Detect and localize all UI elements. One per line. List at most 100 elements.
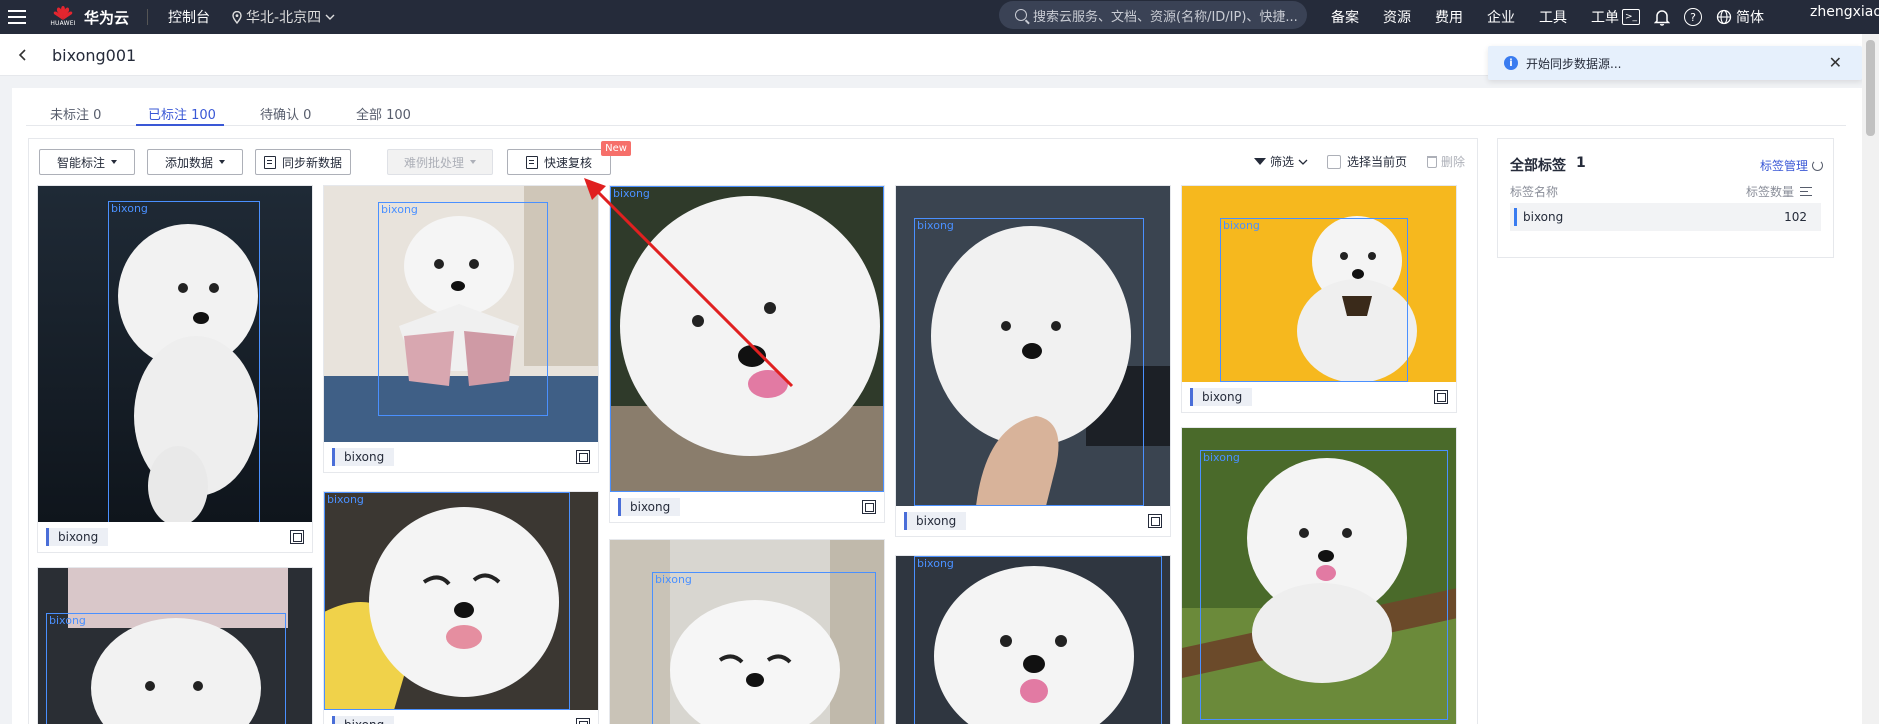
region-selector[interactable]: 华北-北京四 bbox=[232, 7, 335, 27]
scrollbar-thumb[interactable] bbox=[1866, 40, 1875, 136]
bounding-box[interactable]: bixong bbox=[652, 572, 876, 724]
globe-icon bbox=[1716, 9, 1732, 25]
column-header-count[interactable]: 标签数量 bbox=[1746, 183, 1813, 200]
sync-data-button[interactable]: 同步新数据 bbox=[255, 149, 351, 175]
bounding-box[interactable]: bixong bbox=[324, 492, 570, 710]
tab-unlabeled[interactable]: 未标注 0 bbox=[50, 104, 101, 123]
delete-text: 删除 bbox=[1441, 155, 1466, 169]
top-nav-icons: >_ ? 简体 bbox=[1622, 0, 1764, 34]
expand-icon[interactable] bbox=[1148, 514, 1162, 528]
label-tag: bixong bbox=[618, 498, 681, 516]
caret-down-icon bbox=[219, 160, 225, 164]
image-card[interactable]: bixong bixong bbox=[895, 185, 1171, 537]
image-thumbnail[interactable]: bixong bbox=[610, 540, 884, 724]
bbox-label: bixong bbox=[1203, 451, 1240, 464]
column-header-name: 标签名称 bbox=[1510, 185, 1559, 199]
console-link[interactable]: 控制台 bbox=[168, 7, 210, 27]
image-thumbnail[interactable]: bixong bbox=[1182, 428, 1456, 724]
nav-link-enterprise[interactable]: 企业 bbox=[1487, 7, 1515, 27]
back-arrow-icon[interactable] bbox=[18, 48, 28, 62]
image-thumbnail[interactable]: bixong bbox=[324, 186, 598, 442]
image-thumbnail[interactable]: bixong bbox=[38, 568, 312, 724]
tab-labeled[interactable]: 已标注 100 bbox=[148, 104, 216, 123]
image-card[interactable]: bixong bixong bbox=[323, 491, 599, 724]
label-manage-link[interactable]: 标签管理 bbox=[1760, 157, 1824, 174]
sort-icon[interactable] bbox=[1800, 187, 1813, 196]
refresh-icon[interactable] bbox=[1812, 160, 1824, 171]
image-card[interactable]: bixong bixong bbox=[323, 185, 599, 473]
bounding-box[interactable]: bixong bbox=[914, 218, 1144, 506]
image-card[interactable]: bixong bixong bbox=[609, 185, 885, 523]
sync-document-icon bbox=[263, 155, 276, 169]
quick-review-button[interactable]: 快速复核 bbox=[507, 149, 611, 175]
image-thumbnail[interactable]: bixong bbox=[38, 186, 312, 522]
image-card[interactable]: bixong bbox=[37, 567, 313, 724]
bell-icon[interactable] bbox=[1654, 8, 1670, 26]
image-thumbnail[interactable]: bixong bbox=[610, 186, 884, 492]
language-label: 简体 bbox=[1736, 10, 1764, 26]
user-account[interactable]: zhengxiaoji bbox=[1810, 0, 1879, 34]
image-card[interactable]: bixong bbox=[895, 555, 1171, 724]
image-thumbnail[interactable]: bixong bbox=[896, 186, 1170, 506]
nav-link-resources[interactable]: 资源 bbox=[1383, 7, 1411, 27]
card-footer: bixong bbox=[896, 506, 1170, 536]
bounding-box[interactable]: bixong bbox=[46, 613, 286, 724]
page-title: bixong001 bbox=[52, 46, 137, 65]
label-quantity: 102 bbox=[1784, 210, 1807, 224]
top-nav-bar: HUAWEI 华为云 控制台 华北-北京四 搜索云服务、文档、资源(名称/ID/… bbox=[0, 0, 1879, 34]
brand-logo[interactable]: HUAWEI 华为云 bbox=[50, 5, 129, 29]
image-card[interactable]: bixong bixong bbox=[1181, 185, 1457, 413]
cloud-shell-icon[interactable]: >_ bbox=[1622, 9, 1640, 25]
bounding-box[interactable]: bixong bbox=[1200, 450, 1448, 720]
label-row[interactable]: bixong 102 bbox=[1510, 203, 1821, 231]
new-badge: New bbox=[601, 141, 631, 156]
filter-dropdown[interactable]: 筛选 bbox=[1254, 153, 1308, 170]
nav-link-tickets[interactable]: 工单 bbox=[1591, 7, 1619, 27]
bbox-label: bixong bbox=[327, 493, 364, 506]
smart-label-text: 智能标注 bbox=[56, 155, 105, 170]
select-page-checkbox[interactable] bbox=[1327, 154, 1341, 169]
info-icon: i bbox=[1504, 56, 1518, 70]
bounding-box[interactable]: bixong bbox=[108, 201, 260, 522]
nav-link-beian[interactable]: 备案 bbox=[1331, 7, 1359, 27]
bounding-box[interactable]: bixong bbox=[1220, 218, 1408, 382]
nav-link-billing[interactable]: 费用 bbox=[1435, 7, 1463, 27]
bounding-box[interactable]: bixong bbox=[914, 556, 1162, 724]
image-card[interactable]: bixong bixong bbox=[37, 185, 313, 553]
label-count: 1 bbox=[1576, 155, 1586, 171]
help-icon[interactable]: ? bbox=[1684, 8, 1702, 26]
brand-name: 华为云 bbox=[84, 8, 130, 27]
expand-icon[interactable] bbox=[576, 718, 590, 724]
language-selector[interactable]: 简体 bbox=[1716, 7, 1764, 27]
bbox-label: bixong bbox=[917, 557, 954, 570]
image-card[interactable]: bixong bbox=[609, 539, 885, 724]
smart-label-button[interactable]: 智能标注 bbox=[39, 149, 135, 175]
tab-pending[interactable]: 待确认 0 bbox=[260, 104, 311, 123]
image-thumbnail[interactable]: bixong bbox=[324, 492, 598, 710]
menu-icon[interactable] bbox=[8, 9, 28, 25]
select-current-page[interactable]: 选择当前页 bbox=[1327, 153, 1407, 170]
tab-all[interactable]: 全部 100 bbox=[356, 104, 411, 123]
image-thumbnail[interactable]: bixong bbox=[896, 556, 1170, 724]
hard-case-button[interactable]: 难例批处理 bbox=[387, 149, 493, 175]
column-header-count-text: 标签数量 bbox=[1746, 185, 1795, 199]
bounding-box[interactable]: bixong bbox=[378, 202, 548, 416]
delete-button[interactable]: 删除 bbox=[1427, 153, 1465, 170]
expand-icon[interactable] bbox=[576, 450, 590, 464]
card-footer: bixong bbox=[38, 522, 312, 552]
expand-icon[interactable] bbox=[290, 530, 304, 544]
label-tag: bixong bbox=[46, 528, 109, 546]
add-data-button[interactable]: 添加数据 bbox=[147, 149, 243, 175]
image-card[interactable]: bixong bbox=[1181, 427, 1457, 724]
expand-icon[interactable] bbox=[862, 500, 876, 514]
image-thumbnail[interactable]: bixong bbox=[1182, 186, 1456, 382]
close-icon[interactable]: ✕ bbox=[1829, 53, 1842, 72]
card-footer: bixong bbox=[324, 710, 598, 724]
global-search-input[interactable]: 搜索云服务、文档、资源(名称/ID/IP)、快捷... bbox=[999, 1, 1307, 29]
card-footer: bixong bbox=[1182, 382, 1456, 412]
page-scrollbar[interactable] bbox=[1862, 34, 1879, 724]
expand-icon[interactable] bbox=[1434, 390, 1448, 404]
quick-review-text: 快速复核 bbox=[543, 155, 592, 170]
bounding-box[interactable]: bixong bbox=[610, 186, 884, 492]
nav-link-tools[interactable]: 工具 bbox=[1539, 7, 1567, 27]
